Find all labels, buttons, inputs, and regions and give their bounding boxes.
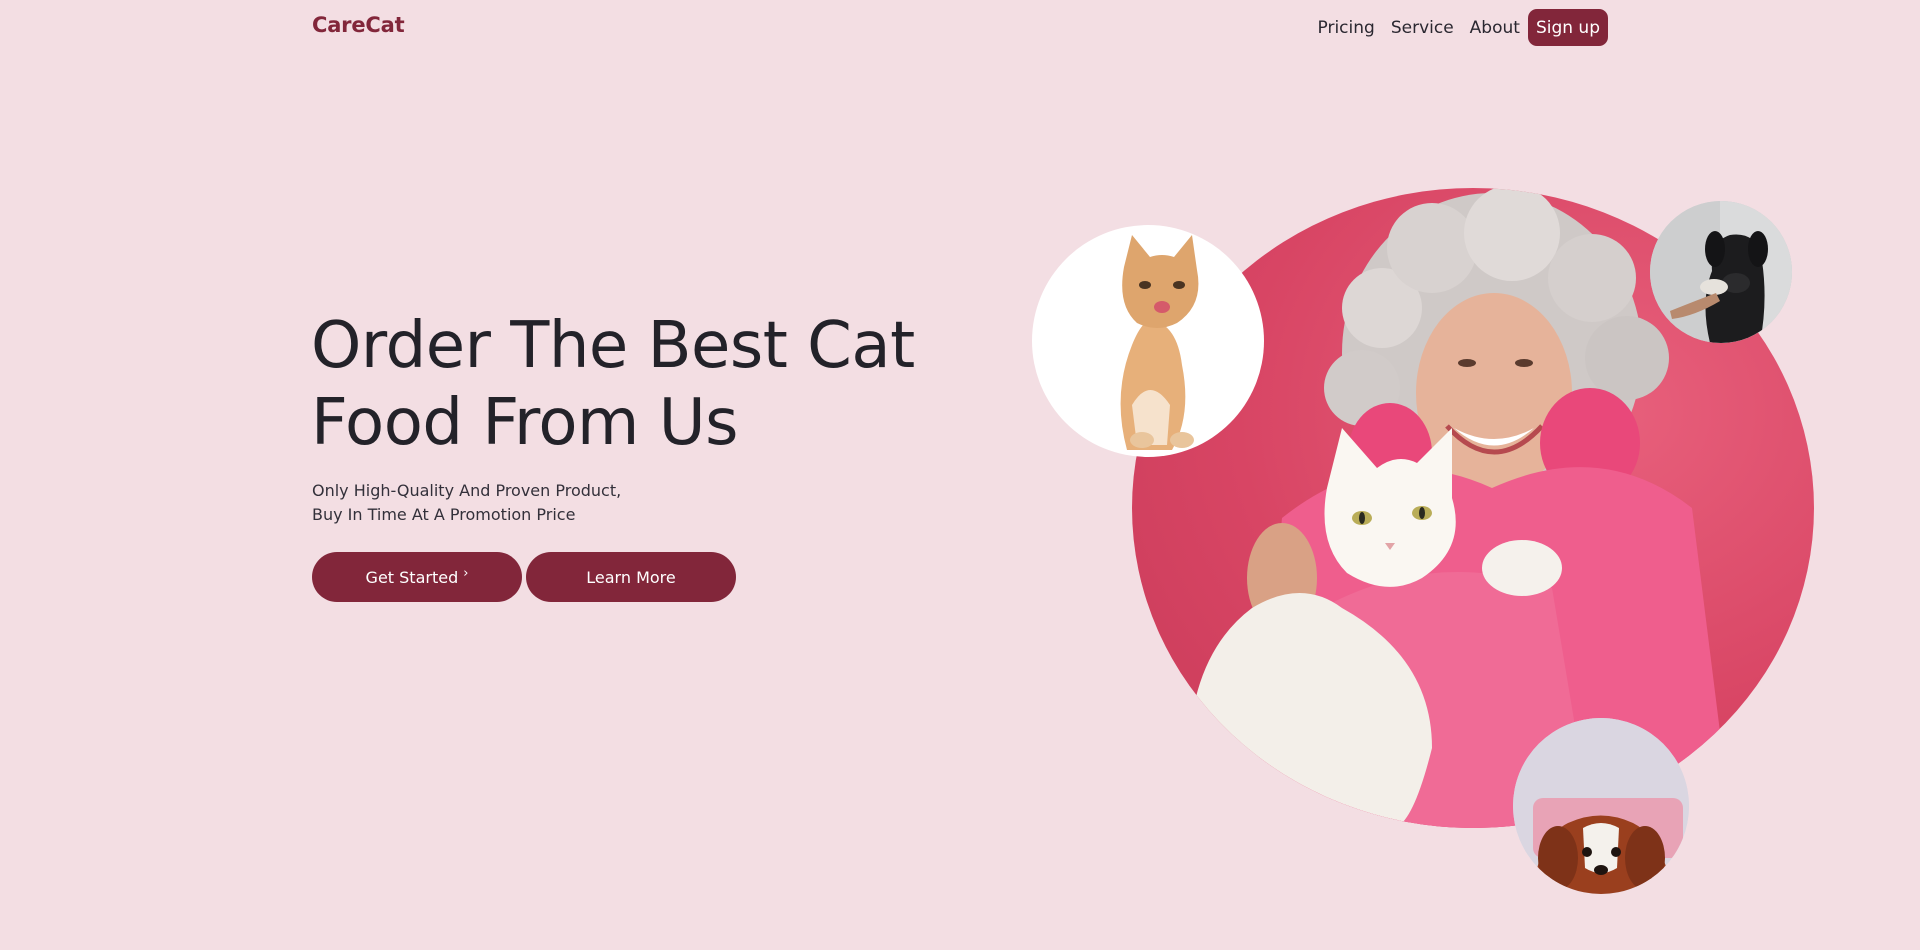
get-started-button[interactable]: Get Started › [312, 552, 522, 602]
puppy-image [1513, 718, 1689, 894]
orange-kitten-illustration [1120, 235, 1199, 450]
signup-button[interactable]: Sign up [1527, 9, 1608, 46]
hero-subtitle-line-2: Buy In Time At A Promotion Price [312, 505, 576, 524]
black-dog-illustration [1650, 201, 1792, 343]
kitten-image [1032, 225, 1264, 457]
dog-image [1650, 201, 1792, 343]
nav-link-about[interactable]: About [1470, 10, 1520, 46]
puppy-illustration [1513, 718, 1689, 894]
chevron-right-icon: › [463, 565, 469, 581]
learn-more-button[interactable]: Learn More [526, 552, 736, 602]
brand-logo[interactable]: CareCat [312, 13, 405, 37]
nav-link-pricing[interactable]: Pricing [1318, 10, 1375, 46]
nav-link-service[interactable]: Service [1391, 10, 1454, 46]
top-nav: Pricing Service About Sign up [1318, 9, 1608, 46]
hero-subtitle-line-1: Only High-Quality And Proven Product, [312, 481, 622, 500]
landing-page: CareCat Pricing Service About Sign up Or… [0, 0, 1920, 950]
get-started-label: Get Started [365, 567, 459, 587]
hero-subtitle: Only High-Quality And Proven Product, Bu… [312, 479, 732, 527]
hero-headline: Order The Best Cat Food From Us [311, 309, 915, 460]
